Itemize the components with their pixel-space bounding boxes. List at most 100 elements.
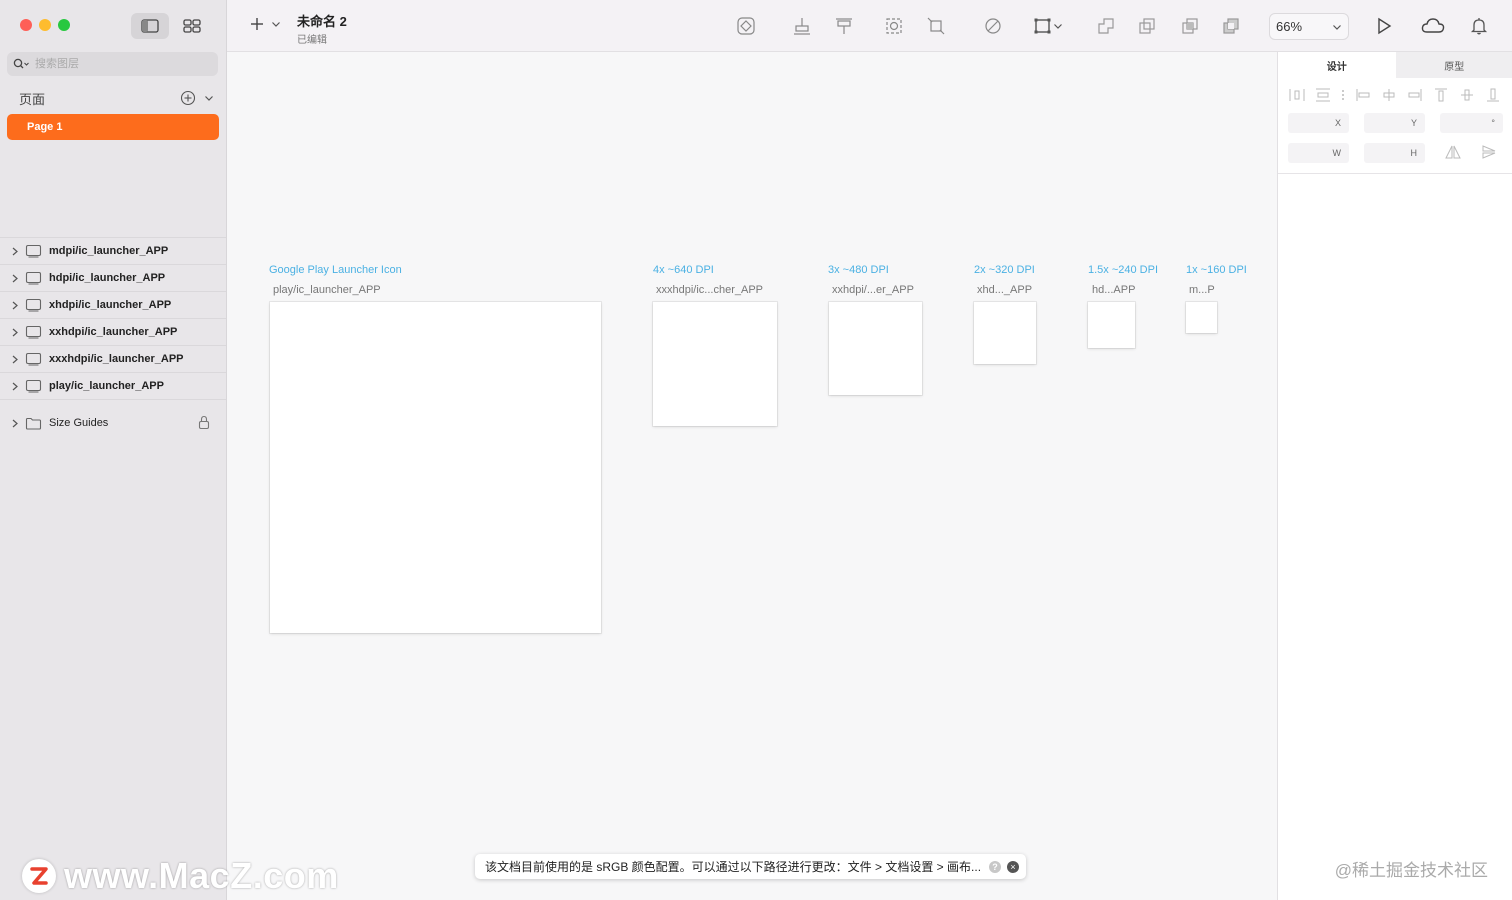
rotation-field[interactable]: ° [1440, 113, 1503, 133]
artboard-label: 1x ~160 DPI [1186, 264, 1247, 276]
watermark-text: www.MacZ.com [64, 855, 339, 896]
rotation-label: ° [1491, 118, 1495, 128]
scale-icon [927, 17, 945, 35]
notifications-button[interactable] [1468, 15, 1490, 37]
artboard-name[interactable]: xxhdpi/...er_APP [832, 284, 914, 296]
preview-button[interactable] [1373, 15, 1395, 37]
close-window-button[interactable] [20, 19, 32, 31]
layer-item[interactable]: xhdpi/ic_launcher_APP [0, 292, 226, 319]
document-status: 已编辑 [297, 35, 327, 46]
align-top-button[interactable] [833, 15, 855, 37]
align-left-icon[interactable] [1354, 86, 1372, 104]
width-field[interactable]: W [1288, 143, 1349, 163]
y-label: Y [1410, 118, 1417, 128]
y-field[interactable]: Y [1364, 113, 1425, 133]
artboard-xhdpi[interactable] [974, 302, 1036, 364]
chevron-right-icon[interactable] [11, 419, 21, 428]
list-view-button[interactable] [131, 13, 169, 39]
tab-design[interactable]: 设计 [1278, 52, 1396, 78]
chevron-right-icon[interactable] [11, 328, 21, 337]
scale-button[interactable] [925, 15, 947, 37]
height-field[interactable]: H [1364, 143, 1425, 163]
artboard-hdpi[interactable] [1088, 302, 1135, 348]
chevron-right-icon[interactable] [11, 301, 21, 310]
artboard-label: Google Play Launcher Icon [269, 264, 402, 276]
chevron-down-icon[interactable] [204, 93, 214, 103]
artboard-name[interactable]: play/ic_launcher_APP [273, 284, 381, 296]
w-label: W [1332, 148, 1342, 158]
add-page-icon[interactable] [180, 90, 196, 106]
grid-view-button[interactable] [173, 13, 211, 39]
align-middle-icon[interactable] [1458, 86, 1476, 104]
canvas[interactable]: Google Play Launcher Icon play/ic_launch… [227, 52, 1277, 900]
insert-button[interactable] [249, 16, 281, 32]
artboard-name[interactable]: m...P [1189, 284, 1215, 296]
artboard-icon [25, 325, 43, 339]
toolbar: 未命名 2 已编辑 66% [227, 0, 1512, 52]
artboard-xxhdpi[interactable] [829, 302, 922, 395]
x-field[interactable]: X [1288, 113, 1349, 133]
artboard-mdpi[interactable] [1186, 302, 1217, 333]
align-center-icon[interactable] [1380, 86, 1398, 104]
minimize-window-button[interactable] [39, 19, 51, 31]
intersect-button[interactable] [1179, 15, 1201, 37]
zoom-select[interactable]: 66% [1269, 13, 1349, 40]
flip-vertical-icon[interactable] [1480, 144, 1498, 165]
search-icon[interactable] [13, 58, 29, 70]
layer-item[interactable]: play/ic_launcher_APP [0, 373, 226, 400]
flip-horizontal-icon[interactable] [1444, 144, 1462, 165]
layer-item[interactable]: hdpi/ic_launcher_APP [0, 265, 226, 292]
page-item-page-1[interactable]: Page 1 [7, 114, 219, 140]
artboard-name[interactable]: xxxhdpi/ic...cher_APP [656, 284, 763, 296]
distribute-horizontal-icon[interactable] [1288, 86, 1306, 104]
artboard-name[interactable]: xhd..._APP [977, 284, 1032, 296]
mask-button[interactable] [883, 15, 905, 37]
layer-label: xxxhdpi/ic_launcher_APP [49, 353, 184, 365]
close-icon[interactable]: × [1007, 860, 1020, 873]
align-bottom-button[interactable] [791, 15, 813, 37]
artboard-label: 2x ~320 DPI [974, 264, 1035, 276]
chevron-right-icon[interactable] [11, 247, 21, 256]
layer-item[interactable]: xxxhdpi/ic_launcher_APP [0, 346, 226, 373]
layer-item[interactable]: xxhdpi/ic_launcher_APP [0, 319, 226, 346]
layer-group-size-guides[interactable]: Size Guides [0, 411, 226, 435]
watermark-macz: www.MacZ.com [22, 855, 339, 897]
zoom-window-button[interactable] [58, 19, 70, 31]
difference-button[interactable] [1220, 15, 1242, 37]
layer-item[interactable]: mdpi/ic_launcher_APP [0, 238, 226, 265]
union-icon [1098, 18, 1114, 34]
artboard-play[interactable] [270, 302, 601, 633]
document-name[interactable]: 未命名 2 [297, 11, 347, 30]
chevron-right-icon[interactable] [11, 274, 21, 283]
distribute-vertical-icon[interactable] [1314, 86, 1332, 104]
union-button[interactable] [1095, 15, 1117, 37]
document-title: 未命名 2 已编辑 [297, 11, 347, 46]
help-icon[interactable]: ? [989, 860, 1002, 873]
search-input[interactable] [33, 57, 207, 71]
edit-path-button[interactable] [982, 15, 1004, 37]
align-top-icon[interactable] [1432, 86, 1450, 104]
chevron-right-icon[interactable] [11, 382, 21, 391]
artboard-icon [25, 379, 43, 393]
chevron-right-icon[interactable] [11, 355, 21, 364]
layer-label: Size Guides [49, 417, 109, 429]
subtract-button[interactable] [1136, 15, 1158, 37]
pages-label: 页面 [19, 91, 46, 107]
inspector-divider [1278, 173, 1512, 174]
window-controls [20, 19, 70, 31]
tab-prototype[interactable]: 原型 [1395, 52, 1512, 78]
subtract-icon [1139, 18, 1155, 34]
more-icon[interactable] [1340, 86, 1346, 104]
cloud-button[interactable] [1419, 15, 1447, 37]
layer-label: play/ic_launcher_APP [49, 380, 164, 392]
create-symbol-button[interactable] [735, 15, 757, 37]
align-bottom-icon[interactable] [1484, 86, 1502, 104]
list-view-icon [141, 19, 159, 33]
artboard-icon [25, 352, 43, 366]
artboard-xxxhdpi[interactable] [653, 302, 777, 426]
align-right-icon[interactable] [1406, 86, 1424, 104]
lock-icon[interactable] [198, 415, 210, 433]
artboard-name[interactable]: hd...APP [1092, 284, 1135, 296]
color-profile-notification: 该文档目前使用的是 sRGB 颜色配置。可以通过以下路径进行更改：文件 > 文档… [475, 854, 1026, 879]
transform-button[interactable] [1029, 15, 1067, 37]
